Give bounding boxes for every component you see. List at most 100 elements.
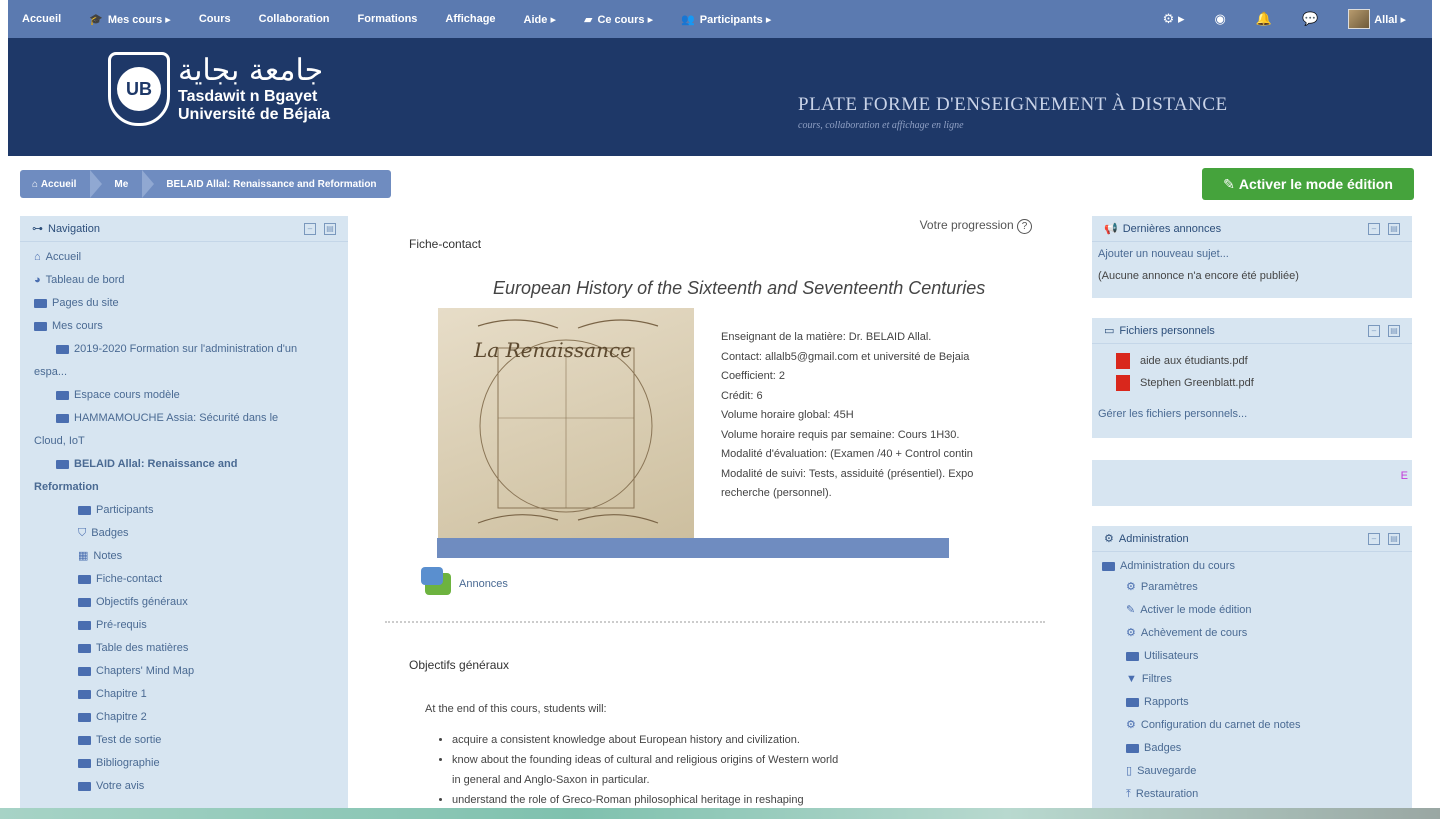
admin-root[interactable]: Administration du cours [1092,552,1412,572]
folder-icon [78,621,91,630]
admin-item[interactable]: ⚙ Achèvement de cours [1126,622,1412,645]
nav-tree-item[interactable]: Espace cours modèle [34,384,348,407]
platform-subtitle: cours, collaboration et affichage en lig… [798,120,964,131]
nav-tree-item[interactable]: ▦ Notes [34,545,348,568]
nav-tree-label: Chapitre 1 [96,688,147,700]
nav-tree-label: Pré-requis [96,619,147,631]
manage-files-link[interactable]: Gérer les fichiers personnels... [1092,394,1412,420]
chat-bubble-icon[interactable]: 💬 [1302,11,1318,27]
nav-tree-item[interactable]: Chapters' Mind Map [34,660,348,683]
nav-tree-item[interactable]: Chapitre 1 [34,683,348,706]
admin-item-label: Filtres [1141,673,1172,685]
breadcrumb-course[interactable]: BELAID Allal: Renaissance and Reformatio… [154,170,390,198]
nav-participants[interactable]: 👥 Participants ▸ [667,13,785,26]
course-info-item: Crédit: 6 [721,387,1029,407]
nav-aide[interactable]: Aide ▸ [510,13,570,26]
breadcrumb-home[interactable]: ⌂ Accueil [20,170,90,198]
nav-tree-label: Table des matières [96,642,189,654]
table-icon: ▦ [78,550,89,562]
annonces-link[interactable]: Annonces [421,567,508,595]
collapse-icon[interactable]: – [304,222,316,235]
home-icon: ⌂ [34,251,41,263]
nav-mes-cours[interactable]: 🎓 Mes cours ▸ [75,13,185,26]
gear-menu-icon[interactable]: ⚙ ▸ [1163,11,1185,27]
breadcrumb-me[interactable]: Me [102,170,142,198]
admin-item[interactable]: ✎ Activer le mode édition [1126,599,1412,622]
nav-tree-item[interactable]: Chapitre 2 [34,706,348,729]
dashboard-icon: ◕ [34,274,41,286]
logo-arabic-text: جامعة بجاية [178,53,324,88]
nav-tree-item[interactable]: Test de sortie [34,729,348,752]
collapse-icon[interactable]: – [1368,532,1380,545]
book-icon: ▰ [583,13,593,26]
nav-tree-item[interactable]: Mes cours [34,315,348,338]
nav-tree-item[interactable]: Bibliographie [34,752,348,775]
logo-line2: Université de Béjaïa [178,106,331,123]
nav-tree-item[interactable]: ◕ Tableau de bord [34,269,348,292]
nav-formations[interactable]: Formations [344,13,432,25]
nav-collaboration[interactable]: Collaboration [245,13,344,25]
folder-icon [78,736,91,745]
admin-root-label: Administration du cours [1120,560,1235,572]
mortarboard-icon: 🎓 [89,13,103,26]
nav-tree-item[interactable]: Reformation [34,476,348,499]
file-item[interactable]: aide aux étudiants.pdf [1092,350,1412,372]
eye-icon[interactable]: ◉ [1214,11,1225,27]
admin-item[interactable]: Utilisateurs [1126,645,1412,668]
admin-item[interactable]: ⤒ Restauration [1126,783,1412,806]
admin-item[interactable]: ⚙ Paramètres [1126,576,1412,599]
file-item[interactable]: Stephen Greenblatt.pdf [1092,372,1412,394]
dock-icon[interactable]: ▤ [1388,324,1400,337]
admin-item[interactable]: ▯ Sauvegarde [1126,760,1412,783]
nav-tree-item[interactable]: Cloud, IoT [34,430,348,453]
nav-tree-item[interactable]: espa... [34,361,348,384]
add-topic-link[interactable]: Ajouter un nouveau sujet... [1092,242,1412,260]
dock-icon[interactable]: ▤ [1388,222,1400,235]
admin-item[interactable]: Rapports [1126,691,1412,714]
university-seal-icon: UB [108,52,170,126]
enable-edit-mode-button[interactable]: ✎ Activer le mode édition [1202,168,1414,200]
nav-tree-item[interactable]: ⛉ Badges [34,522,348,545]
nav-tree-item[interactable]: Pré-requis [34,614,348,637]
nav-tree-label: Tableau de bord [45,274,125,286]
nav-tree-item[interactable]: 2019-2020 Formation sur l'administration… [34,338,348,361]
nav-tree-item[interactable]: HAMMAMOUCHE Assia: Sécurité dans le [34,407,348,430]
nav-cours[interactable]: Cours [185,13,245,25]
nav-affichage[interactable]: Affichage [431,13,509,25]
nav-tree-item[interactable]: Votre avis [34,775,348,798]
admin-item-label: Paramètres [1140,581,1198,593]
nav-tree-item[interactable]: Objectifs généraux [34,591,348,614]
nav-ce-cours[interactable]: ▰ Ce cours ▸ [570,13,667,26]
course-info-list: Enseignant de la matière: Dr. BELAID All… [707,328,1029,504]
pencil-icon: ✎ [1126,604,1136,616]
nav-accueil[interactable]: Accueil [8,13,75,25]
nav-label: Affichage [445,13,496,25]
dock-icon[interactable]: ▤ [1388,532,1400,545]
nav-tree-item[interactable]: Table des matières [34,637,348,660]
admin-item[interactable]: ⚙ Configuration du carnet de notes [1126,714,1412,737]
nav-tree-label: espa... [34,366,68,378]
bell-icon[interactable]: 🔔 [1256,11,1272,27]
collapse-icon[interactable]: – [1368,324,1380,337]
nav-tree-item[interactable]: ⌂ Accueil [34,246,348,269]
nav-tree-item[interactable]: Participants [34,499,348,522]
dock-icon[interactable]: ▤ [324,222,336,235]
file-icon: ▯ [1126,765,1133,777]
nav-tree-label: Cloud, IoT [34,435,85,447]
admin-item-label: Configuration du carnet de notes [1140,719,1301,731]
nav-tree-item[interactable]: Pages du site [34,292,348,315]
progress-indicator[interactable]: Votre progression ? [920,218,1032,234]
avatar [1348,9,1371,29]
nav-label: Collaboration [258,13,330,25]
admin-item[interactable]: Badges [1126,737,1412,760]
administration-block: ⚙ Administration – ▤ Administration du co… [1092,526,1412,808]
admin-item[interactable]: ▼ Filtres [1126,668,1412,691]
help-icon[interactable]: ? [1017,219,1032,234]
collapse-icon[interactable]: – [1368,222,1380,235]
navigation-block: ⊶ Navigation – ▤ ⌂ Accueil ◕ Tableau de bord… [20,216,348,808]
nav-tree-item[interactable]: Fiche-contact [34,568,348,591]
user-menu[interactable]: Allal ▸ [1348,9,1406,29]
university-logo[interactable]: UB جامعة بجاية Tasdawit n Bgayet Univers… [108,52,330,126]
nav-tree-item[interactable]: BELAID Allal: Renaissance and [34,453,348,476]
nav-tree-label: Bibliographie [96,757,160,769]
